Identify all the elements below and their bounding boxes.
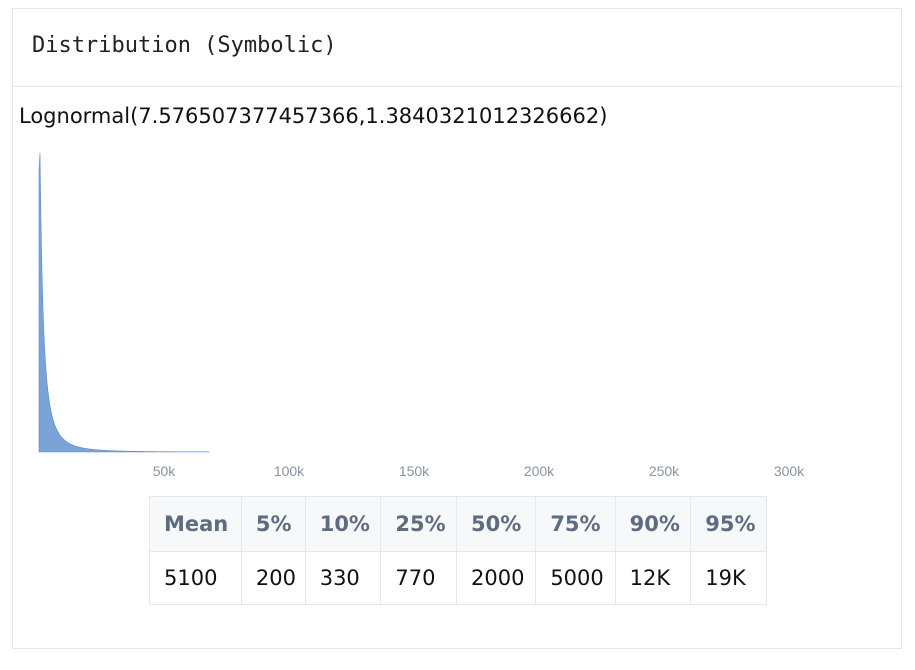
distribution-expression: Lognormal(7.576507377457366,1.3840321012…: [19, 104, 608, 128]
stat-value-p75: 5000: [535, 551, 616, 605]
stat-value-mean: 5100: [149, 551, 242, 605]
stat-value-p50: 2000: [455, 551, 537, 605]
stat-value-p95: 19K: [690, 551, 767, 605]
stat-header-p95: 95%: [690, 496, 767, 552]
summary-stats-table: Mean 5% 10% 25% 50% 75% 90% 95% 5100 200…: [149, 496, 767, 605]
stat-header-p75: 75%: [535, 496, 616, 552]
stat-header-p5: 5%: [240, 496, 306, 552]
stat-header-p10: 10%: [304, 496, 382, 552]
stats-header-row: Mean 5% 10% 25% 50% 75% 90% 95%: [149, 496, 767, 552]
stat-value-p25: 770: [380, 551, 457, 605]
stats-value-row: 5100 200 330 770 2000 5000 12K 19K: [149, 551, 767, 605]
stat-header-p50: 50%: [455, 496, 537, 552]
stat-value-p5: 200: [240, 551, 306, 605]
stat-header-mean: Mean: [149, 496, 242, 552]
stat-value-p10: 330: [304, 551, 382, 605]
panel-header: Distribution (Symbolic): [13, 9, 901, 87]
panel-title: Distribution (Symbolic): [32, 33, 337, 58]
stat-header-p90: 90%: [614, 496, 692, 552]
stat-header-p25: 25%: [380, 496, 457, 552]
stat-value-p90: 12K: [614, 551, 692, 605]
